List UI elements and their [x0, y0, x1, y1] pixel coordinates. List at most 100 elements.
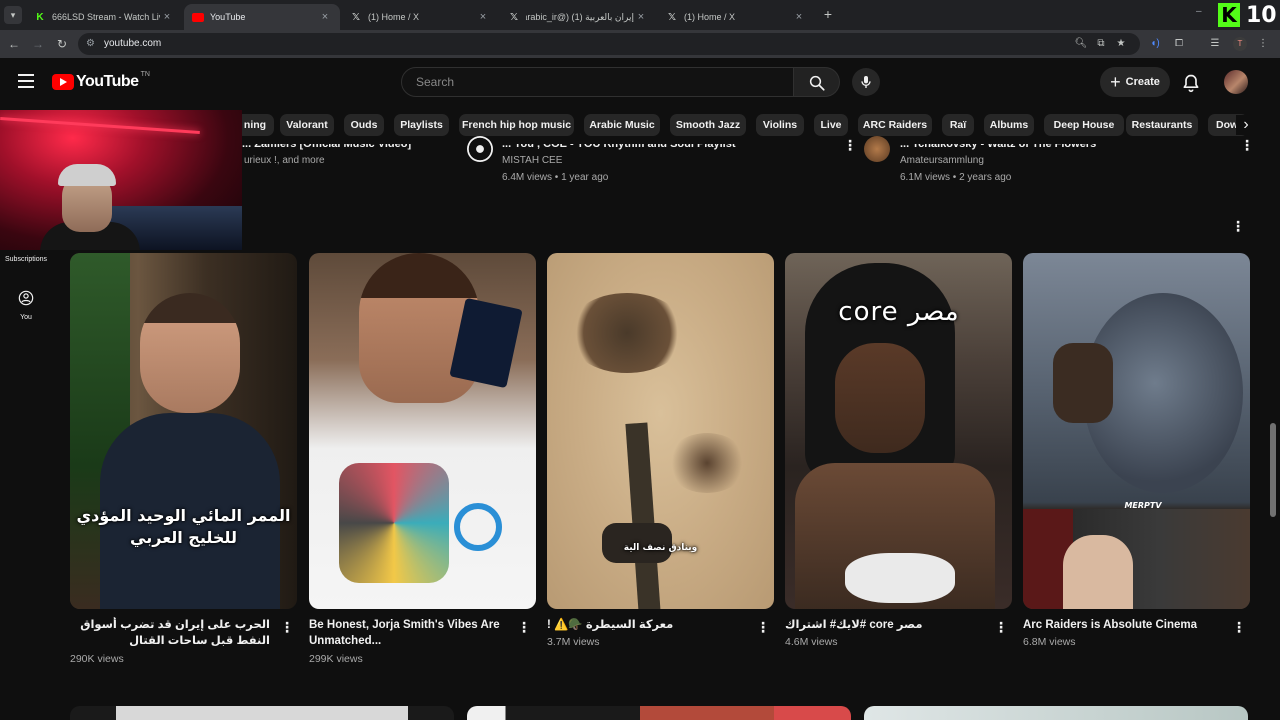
zoom-icon[interactable]: 🔍︎ — [1074, 37, 1088, 51]
page-scrollbar-thumb[interactable] — [1270, 423, 1276, 517]
reload-icon[interactable]: ↻ — [54, 36, 70, 52]
bookmark-star-icon[interactable]: ★ — [1114, 37, 1128, 51]
address-bar[interactable]: ⚙ youtube.com 🔍︎ ⧉ ★ — [78, 33, 1140, 55]
chip-live[interactable]: Live — [814, 114, 848, 136]
browser-tab-kick[interactable]: K 666LSD Stream - Watch Live on × — [26, 4, 182, 30]
tab-title: YouTube — [210, 12, 246, 22]
channel-avatar[interactable] — [467, 136, 493, 162]
browser-profile-avatar[interactable]: T — [1233, 37, 1247, 51]
short-thumbnail[interactable]: MERPTV — [1023, 253, 1250, 609]
reading-list-icon[interactable]: ☰ — [1208, 37, 1222, 51]
short-views: 290K views — [70, 653, 124, 665]
install-app-icon[interactable]: ⧉ — [1094, 37, 1108, 51]
youtube-icon — [192, 11, 204, 23]
search-input[interactable] — [402, 68, 793, 96]
thumbnail-overlay-text: وبنادق نصف الية — [623, 543, 698, 553]
browser-tab-youtube[interactable]: YouTube × — [184, 4, 340, 30]
x-icon: 𝕏 — [351, 11, 361, 23]
new-tab-icon[interactable]: + — [821, 6, 835, 22]
short-thumbnail[interactable]: وبنادق نصف الية — [547, 253, 774, 609]
more-actions-icon[interactable]: ⋮ — [756, 620, 770, 634]
page-scrollbar[interactable] — [1268, 106, 1280, 720]
search-icon — [809, 75, 825, 91]
chip-valorant[interactable]: Valorant — [280, 114, 334, 136]
more-actions-icon[interactable]: ⋮ — [1232, 620, 1246, 634]
tab-close-icon[interactable]: × — [318, 11, 332, 23]
search-box[interactable] — [401, 67, 794, 97]
channel-name[interactable]: Amateursammlung — [900, 155, 984, 166]
channel-avatar[interactable] — [864, 136, 890, 162]
chip-scroll-right-icon[interactable]: › — [1236, 115, 1256, 135]
chip-albums[interactable]: Albums — [984, 114, 1034, 136]
youtube-logo[interactable]: YouTube TN — [52, 71, 150, 91]
short-views: 3.7M views — [547, 636, 600, 648]
short-title[interactable]: الحرب على إيران قد تضرب أسواق النفط قبل … — [70, 617, 270, 649]
tab-search-dropdown-icon[interactable]: ▾ — [4, 6, 22, 24]
back-icon[interactable]: ← — [6, 36, 22, 52]
browser-menu-icon[interactable]: ⋮ — [1256, 37, 1270, 51]
tab-close-icon[interactable]: × — [634, 11, 648, 23]
browser-tab-x-home[interactable]: 𝕏 (1) Home / X × — [342, 4, 498, 30]
short-views: 6.8M views — [1023, 636, 1076, 648]
notifications-bell-icon[interactable] — [1181, 72, 1201, 94]
browser-tab-x-home-2[interactable]: 𝕏 (1) Home / X × — [658, 4, 814, 30]
kick-logo-icon: K — [1218, 3, 1240, 27]
chip-playlists[interactable]: Playlists — [394, 114, 449, 136]
short-thumbnail[interactable]: core مصر — [785, 253, 1012, 609]
channel-name[interactable]: MISTAH CEE — [502, 155, 562, 166]
chip-violins[interactable]: Violins — [756, 114, 804, 136]
short-title[interactable]: Arc Raiders is Absolute Cinema — [1023, 617, 1223, 633]
tab-close-icon[interactable]: × — [476, 11, 490, 23]
url-text[interactable]: youtube.com — [104, 38, 161, 49]
short-views: 299K views — [309, 653, 363, 665]
microphone-icon — [861, 76, 871, 88]
short-title[interactable]: Be Honest, Jorja Smith's Vibes Are Unmat… — [309, 617, 509, 649]
guide-menu-icon[interactable] — [18, 74, 34, 88]
you-account-icon[interactable] — [18, 290, 34, 306]
voice-search-button[interactable] — [852, 68, 880, 96]
sidebar-subscriptions[interactable]: Subscriptions — [0, 256, 52, 263]
sidebar-you[interactable]: You — [0, 314, 52, 321]
site-info-icon[interactable]: ⚙ — [86, 38, 98, 50]
webcam-overlay — [0, 110, 242, 250]
chip-ouds[interactable]: Ouds — [344, 114, 384, 136]
youtube-play-icon — [52, 74, 74, 90]
chip-french-hip-hop[interactable]: French hip hop music — [459, 114, 574, 136]
stream-overlay-badge: K 10 — [1218, 2, 1277, 28]
video-thumbnail[interactable] — [864, 706, 1248, 720]
shorts-shelf-menu-icon[interactable]: ⋮ — [1231, 219, 1245, 233]
short-title[interactable]: مصر core #لايك# اشتراك — [785, 617, 985, 633]
account-avatar[interactable] — [1224, 70, 1248, 94]
browser-tab-x-iraninarabic[interactable]: 𝕏 إيران بالعربية (1) (@iraninarabic_ir) … — [500, 4, 656, 30]
tab-title: إيران بالعربية (1) (@iraninarabic_ir) — [526, 11, 634, 22]
chip-smooth-jazz[interactable]: Smooth Jazz — [670, 114, 746, 136]
chip-restaurants[interactable]: Restaurants — [1126, 114, 1198, 136]
chip-rai[interactable]: Raï — [942, 114, 974, 136]
search-button[interactable] — [794, 67, 840, 97]
short-title[interactable]: معركة السيطرة 🪖⚠️ ! — [547, 617, 747, 633]
minimize-icon[interactable]: – — [1196, 6, 1202, 17]
x-icon: 𝕏 — [667, 11, 677, 23]
more-actions-icon[interactable]: ⋮ — [994, 620, 1008, 634]
thumbnail-overlay-text: core مصر — [838, 297, 959, 327]
more-actions-icon[interactable]: ⋮ — [280, 620, 294, 634]
video-thumbnail[interactable] — [70, 706, 454, 720]
more-actions-icon[interactable]: ⋮ — [843, 138, 857, 152]
more-actions-icon[interactable]: ⋮ — [517, 620, 531, 634]
more-actions-icon[interactable]: ⋮ — [1240, 138, 1254, 152]
short-views: 4.6M views — [785, 636, 838, 648]
chip-arc-raiders[interactable]: ARC Raiders — [858, 114, 932, 136]
tab-close-icon[interactable]: × — [792, 11, 806, 23]
overlay-counter: 10 — [1246, 2, 1277, 28]
short-thumbnail[interactable] — [309, 253, 536, 609]
tab-close-icon[interactable]: × — [160, 11, 174, 23]
forward-icon[interactable]: → — [30, 36, 46, 52]
short-thumbnail[interactable]: الممر المائي الوحيد المؤدي للخليج العربي — [70, 253, 297, 609]
video-thumbnail[interactable] — [467, 706, 851, 720]
extensions-puzzle-icon[interactable]: ⧠ — [1172, 37, 1186, 51]
create-button[interactable]: + Create — [1100, 67, 1170, 97]
extension-icon[interactable]: ◖) — [1148, 37, 1162, 51]
chip-arabic-music[interactable]: Arabic Music — [584, 114, 660, 136]
chip-deep-house[interactable]: Deep House — [1044, 114, 1124, 136]
x-icon: 𝕏 — [509, 11, 519, 23]
